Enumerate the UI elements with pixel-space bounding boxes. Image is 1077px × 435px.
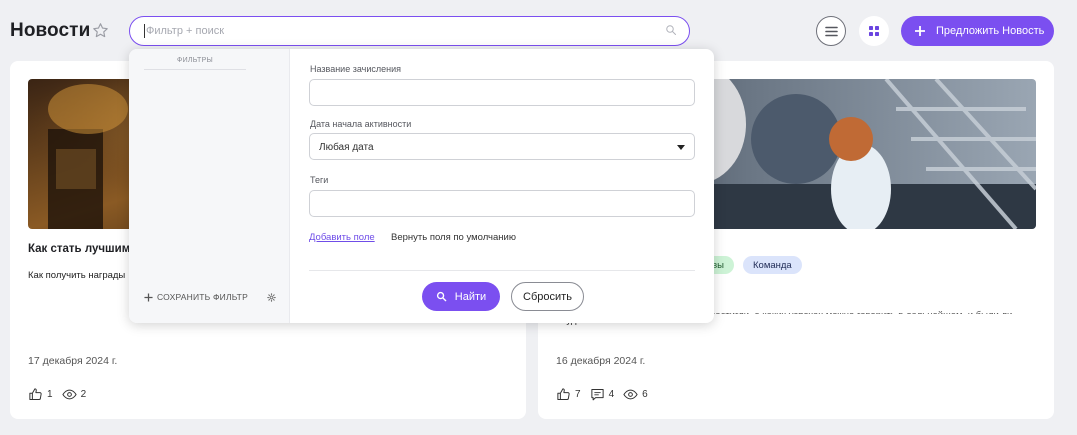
eye-icon — [61, 389, 77, 400]
search-icon[interactable] — [665, 24, 677, 36]
save-filter-label: СОХРАНИТЬ ФИЛЬТР — [157, 292, 248, 302]
views-count: 6 — [642, 389, 648, 400]
news-card-title[interactable]: Как стать лучшим — [28, 243, 130, 255]
news-card-stats: 7 4 6 — [556, 387, 657, 402]
start-date-select[interactable]: Любая дата — [309, 133, 695, 160]
comment-icon[interactable] — [590, 387, 605, 402]
filters-title: ФИЛЬТРЫ — [144, 57, 246, 70]
enrollment-name-field[interactable] — [309, 79, 695, 106]
find-label: Найти — [454, 290, 487, 303]
add-field-link[interactable]: Добавить поле — [309, 232, 375, 243]
tag-chip[interactable]: Команда — [743, 256, 802, 274]
field-label: Теги — [310, 175, 329, 185]
divider — [309, 270, 695, 271]
search-input[interactable] — [146, 23, 646, 39]
tags-field[interactable] — [309, 190, 695, 217]
grid-icon — [869, 26, 879, 36]
likes-count: 1 — [47, 389, 53, 400]
filters-sidebar: ФИЛЬТРЫ СОХРАНИТЬ ФИЛЬТР — [129, 49, 290, 323]
text-caret — [144, 24, 145, 38]
field-label: Дата начала активности — [310, 119, 412, 129]
grid-view-button[interactable] — [859, 16, 889, 46]
news-page: Новости Предложить Новость — [0, 0, 1077, 435]
find-button[interactable]: Найти — [422, 282, 500, 311]
thumbs-up-icon[interactable] — [28, 387, 43, 402]
comments-count: 4 — [608, 389, 615, 400]
propose-news-label: Предложить Новость — [936, 25, 1045, 37]
search-icon — [436, 291, 447, 302]
reset-button[interactable]: Сбросить — [511, 282, 584, 311]
list-view-button[interactable] — [816, 16, 846, 46]
gear-icon[interactable] — [267, 293, 276, 302]
plus-icon — [144, 292, 153, 302]
search-box[interactable] — [129, 16, 690, 46]
chevron-down-icon — [677, 145, 685, 150]
save-filter-button[interactable]: СОХРАНИТЬ ФИЛЬТР — [144, 292, 248, 302]
thumbs-up-icon[interactable] — [556, 387, 571, 402]
list-icon — [824, 26, 838, 36]
field-label: Название зачисления — [310, 64, 401, 74]
star-icon[interactable] — [92, 22, 109, 39]
reset-defaults-link[interactable]: Вернуть поля по умолчанию — [391, 232, 516, 243]
filters-form: Название зачисления Дата начала активнос… — [309, 49, 695, 323]
plus-icon — [915, 26, 925, 36]
news-card-date: 16 декабря 2024 г. — [556, 355, 646, 367]
news-card-date: 17 декабря 2024 г. — [28, 355, 118, 367]
news-card-excerpt: Как получить награды — [28, 270, 126, 281]
news-card-stats: 1 2 — [28, 387, 95, 402]
propose-news-button[interactable]: Предложить Новость — [901, 16, 1054, 46]
filter-dropdown: ФИЛЬТРЫ СОХРАНИТЬ ФИЛЬТР Название зачисл… — [129, 49, 714, 323]
enrollment-name-input[interactable] — [310, 80, 694, 105]
views-count: 2 — [80, 389, 87, 400]
start-date-value: Любая дата — [319, 142, 374, 153]
tags-input[interactable] — [310, 191, 694, 216]
page-title: Новости — [10, 20, 91, 41]
likes-count: 7 — [575, 389, 581, 400]
eye-icon — [623, 389, 638, 400]
